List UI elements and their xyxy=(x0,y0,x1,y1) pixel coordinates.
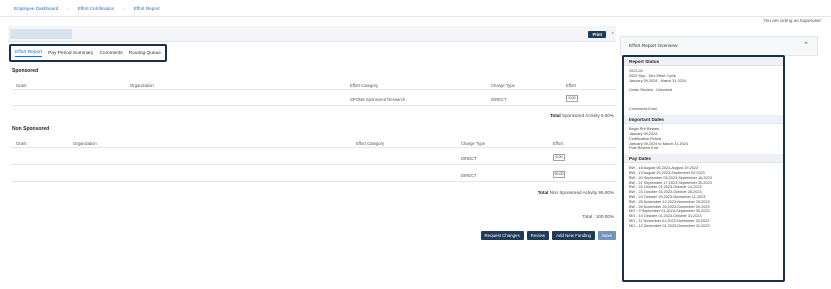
effort-input[interactable]: 5.00 xyxy=(566,95,578,102)
status-spacer xyxy=(629,93,778,107)
col-effort-category: Effort Category xyxy=(356,141,385,146)
action-buttons: Request Changes Review Add New Funding S… xyxy=(480,231,616,240)
effort-category-cell: SPONS Sponsored Research xyxy=(350,97,406,102)
col-charge-type: Charge Type xyxy=(461,141,485,146)
col-charge-type: Charge Type xyxy=(491,83,515,88)
charge-type-cell: DIRECT xyxy=(461,156,477,161)
pay-dates-heading: Pay Dates xyxy=(624,154,783,164)
nonsponsored-total: Total Non Sponsored Activity 95.00% xyxy=(538,190,614,195)
overview-title: Effort Report Overview xyxy=(629,44,678,49)
effort-report-overview-panel: Effort Report Overview ⌃ Report Status 2… xyxy=(620,36,818,282)
effort-input[interactable]: 5.00 xyxy=(553,154,565,161)
important-dates-body: Begin Pre Review January 09,2024 Certifi… xyxy=(624,124,783,154)
tab-comments[interactable]: Comments xyxy=(99,51,122,56)
sponsored-total: Total Sponsored Activity 5.00% xyxy=(550,113,614,118)
overview-header[interactable]: Effort Report Overview ⌃ xyxy=(620,36,818,56)
total-label: Total xyxy=(549,113,561,118)
sponsored-header-row: Grant Organization Effort Category Charg… xyxy=(12,80,616,90)
report-status-body: 2023-02 2023 Sep - Dec Effort Cycle Janu… xyxy=(624,66,783,115)
col-effort-category: Effort Category xyxy=(350,83,379,88)
tab-routing-queue[interactable]: Routing Queue xyxy=(129,51,161,56)
tab-bar: Effort Report Pay Period Summary Comment… xyxy=(9,44,167,62)
pay-dates-body: BW - 18 August 06,2023-August 19,2023 BW… xyxy=(624,163,783,231)
col-effort: Effort xyxy=(566,83,576,88)
request-changes-button[interactable]: Request Changes xyxy=(480,231,524,240)
table-row: DIRECT 5.00 xyxy=(12,152,616,165)
nonsponsored-section-title: Non Sponsored xyxy=(12,126,50,132)
charge-type-cell: DIRECT xyxy=(461,173,477,178)
grand-total: Total : 100.00% xyxy=(582,214,614,219)
table-row: DIRECT 90.00 xyxy=(12,168,616,182)
breadcrumb-separator: › xyxy=(123,6,125,11)
panel-title-bar: Print × xyxy=(8,26,616,42)
chevron-up-icon[interactable]: ⌃ xyxy=(803,41,809,49)
table-row: SPONS Sponsored Research DIRECT 5.00 xyxy=(12,93,616,106)
tab-pay-period-summary[interactable]: Pay Period Summary xyxy=(48,51,93,56)
breadcrumb-separator: › xyxy=(67,6,69,11)
sponsored-total-value: Sponsored Activity 5.00% xyxy=(561,113,614,118)
print-button[interactable]: Print xyxy=(588,31,606,38)
effort-report-panel: Print × Effort Report Pay Period Summary… xyxy=(8,26,616,256)
acting-as-label: You are acting as Superuser xyxy=(763,18,821,23)
review-button[interactable]: Review xyxy=(526,231,550,240)
status-line: Comments Exist xyxy=(629,107,657,112)
col-organization: Organization xyxy=(73,141,97,146)
charge-type-cell: DIRECT xyxy=(491,97,507,102)
breadcrumb-employee-dashboard[interactable]: Employee Dashboard xyxy=(14,6,58,11)
breadcrumb-effort-report[interactable]: Effort Report xyxy=(134,6,160,11)
nonsponsored-total-value: Non Sponsored Activity 95.00% xyxy=(549,190,614,195)
pay-date-line: MO - 12 December 01,2023-December 31,202… xyxy=(629,223,710,228)
total-label: Total xyxy=(537,190,549,195)
col-grant: Grant xyxy=(16,141,27,146)
important-dates-heading: Important Dates xyxy=(624,115,783,125)
sponsored-section-title: Sponsored xyxy=(12,68,39,74)
top-bar: Employee Dashboard › Effort Certificatio… xyxy=(0,0,831,17)
tab-effort-report[interactable]: Effort Report xyxy=(15,50,43,57)
save-button[interactable]: Save xyxy=(597,231,616,240)
breadcrumb-effort-certification[interactable]: Effort Certification xyxy=(78,6,114,11)
col-effort: Effort xyxy=(553,141,563,146)
effort-input[interactable]: 90.00 xyxy=(553,171,565,178)
breadcrumb: Employee Dashboard › Effort Certificatio… xyxy=(14,6,160,11)
add-new-funding-button[interactable]: Add New Funding xyxy=(552,231,595,240)
overview-box: Report Status 2023-02 2023 Sep - Dec Eff… xyxy=(622,55,785,282)
date-line: Post Review End xyxy=(629,146,658,151)
panel-title-placeholder xyxy=(10,29,72,39)
col-grant: Grant xyxy=(16,83,27,88)
col-organization: Organization xyxy=(130,83,154,88)
close-icon[interactable]: × xyxy=(611,31,614,38)
report-status-heading: Report Status xyxy=(624,57,783,66)
nonsponsored-header-row: Grant Organization Effort Category Charg… xyxy=(12,138,616,148)
